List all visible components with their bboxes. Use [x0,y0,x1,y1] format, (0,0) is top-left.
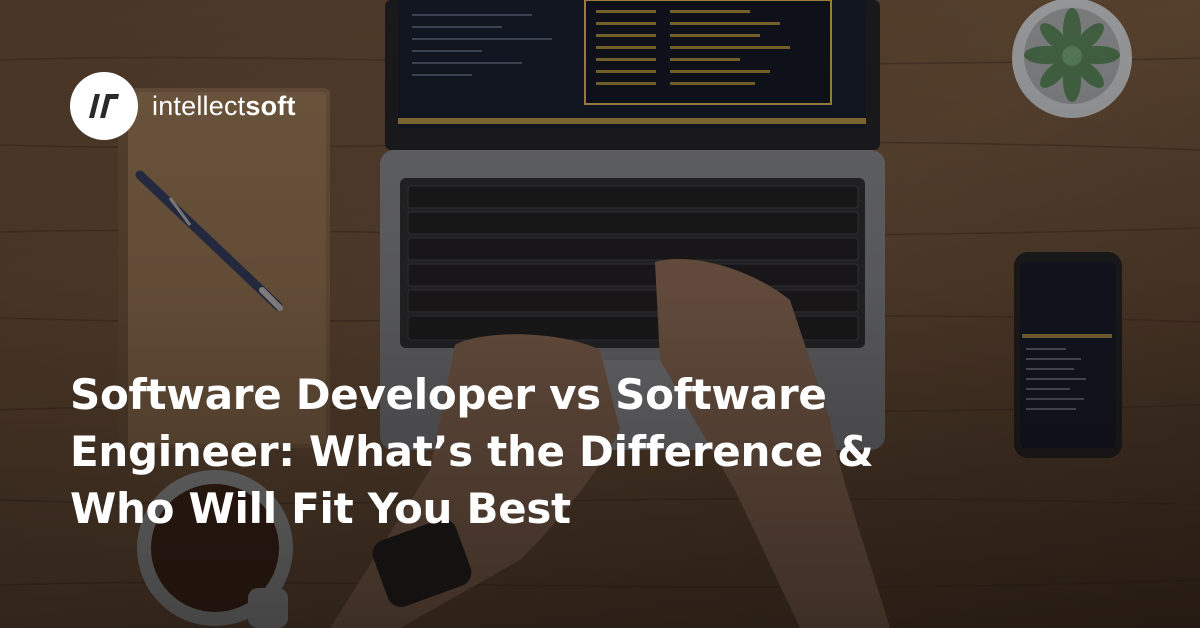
headline-line-3: Who Will Fit You Best [70,484,571,533]
blog-banner: intellectsoft Software Developer vs Soft… [0,0,1200,628]
brand-name-bold: soft [245,90,296,121]
headline-line-1: Software Developer vs Software [70,370,827,419]
brand-name: intellectsoft [152,91,296,122]
article-headline: Software Developer vs Software Engineer:… [70,366,970,537]
brand-name-light: intellect [152,90,246,121]
intellectsoft-logo-icon [70,72,138,140]
brand-logo[interactable]: intellectsoft [70,72,296,140]
headline-line-2: Engineer: What’s the Difference & [70,427,874,476]
